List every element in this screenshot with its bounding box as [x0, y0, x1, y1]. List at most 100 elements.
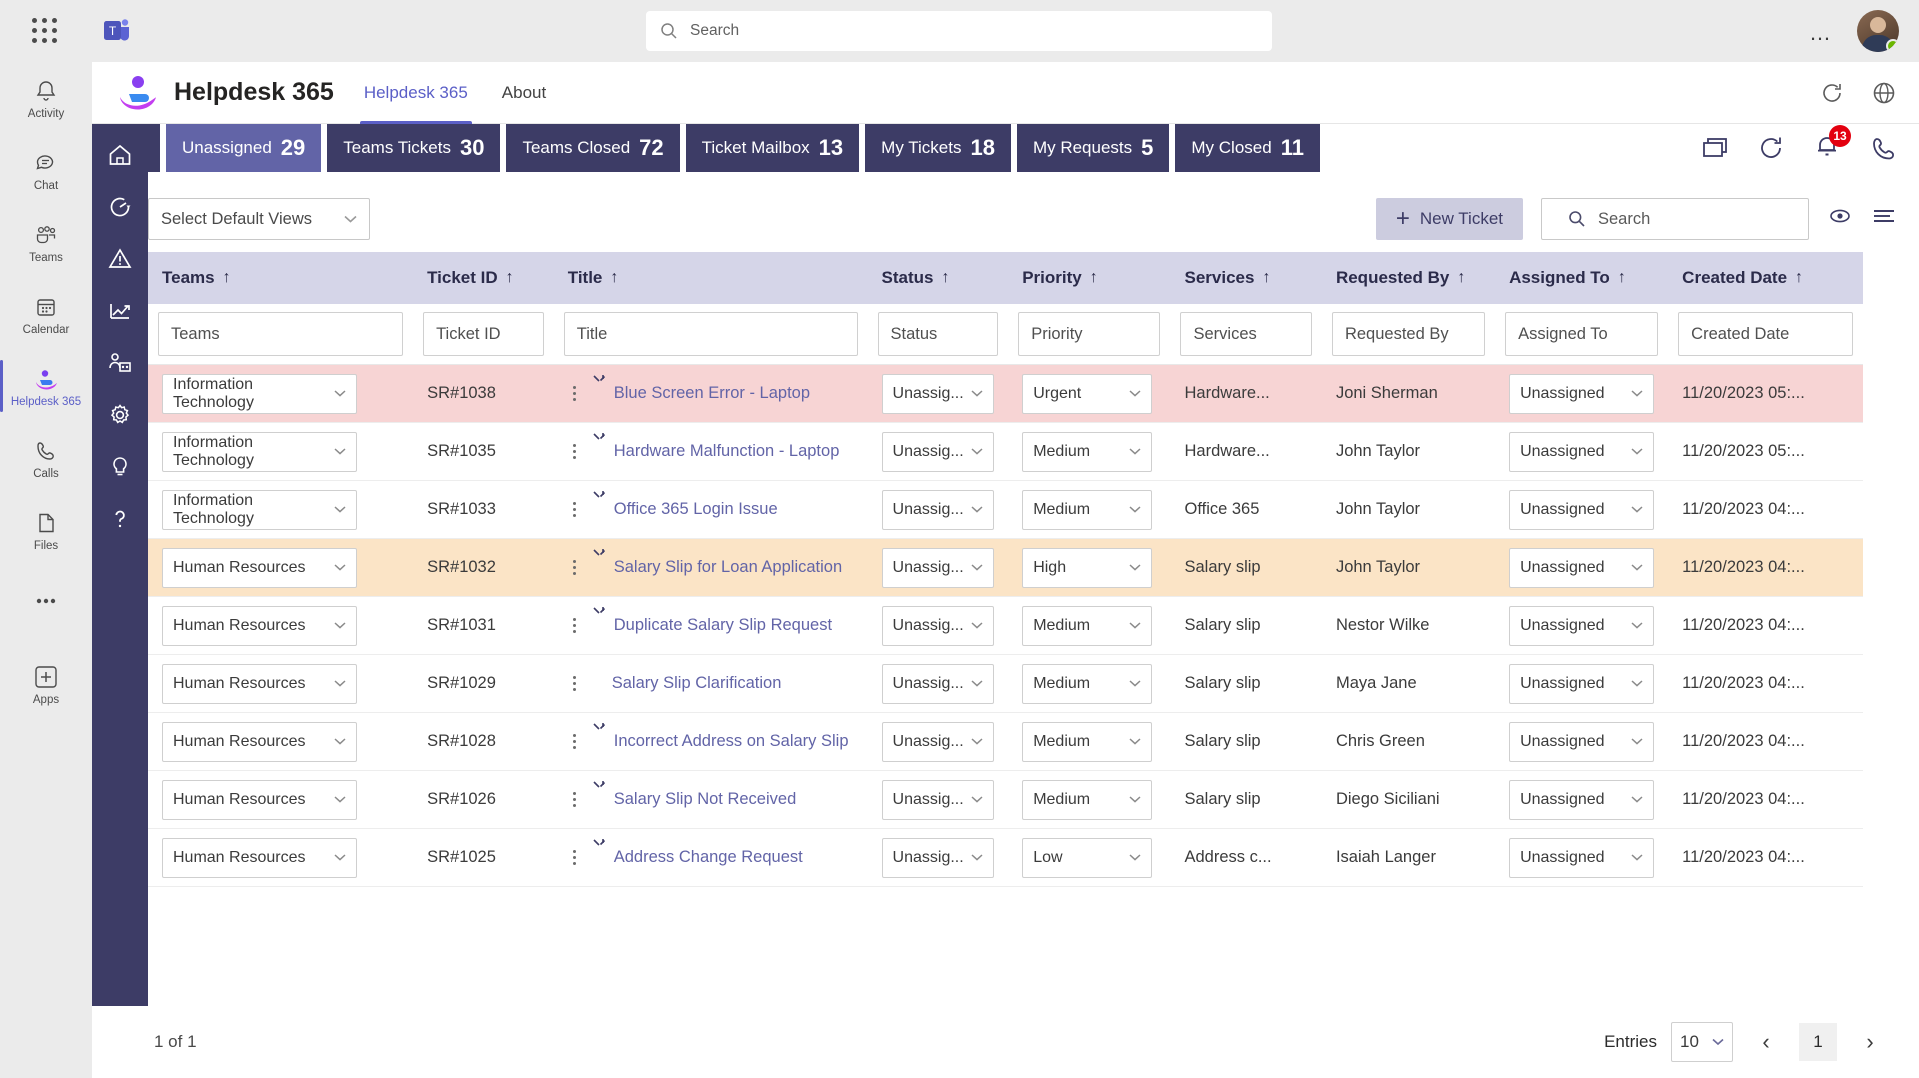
- filter-input-created-date[interactable]: Created Date: [1678, 312, 1853, 356]
- sidebar-item-chat[interactable]: Chat: [0, 134, 92, 206]
- filter-input-requested-by[interactable]: Requested By: [1331, 312, 1486, 356]
- sort-asc-icon[interactable]: ↑: [1618, 269, 1626, 287]
- priority-select[interactable]: Low: [1022, 837, 1153, 878]
- teams-select[interactable]: Human Resources: [162, 721, 357, 762]
- sort-asc-icon[interactable]: ↑: [942, 269, 950, 287]
- priority-select[interactable]: High: [1022, 547, 1153, 588]
- grid-search-input[interactable]: Search: [1541, 198, 1809, 240]
- assigned-to-select[interactable]: Unassigned: [1509, 489, 1655, 530]
- table-row[interactable]: Human Resources SR#1026 Salary Slip Not Re…: [148, 770, 1863, 829]
- view-tab-my-tickets[interactable]: My Tickets 18: [865, 124, 1011, 172]
- dashboard-icon[interactable]: [107, 194, 133, 220]
- notification-bell-icon[interactable]: 13: [1813, 125, 1851, 162]
- avatar[interactable]: [1857, 10, 1899, 52]
- new-ticket-button[interactable]: + New Ticket: [1375, 198, 1523, 240]
- ticket-title-link[interactable]: Office 365 Login Issue: [614, 500, 778, 519]
- status-select[interactable]: Unassig...: [881, 547, 995, 588]
- help-icon[interactable]: [107, 506, 133, 532]
- ticket-title-link[interactable]: Blue Screen Error - Laptop: [614, 384, 810, 403]
- row-menu-icon[interactable]: [568, 850, 582, 865]
- ticket-title-link[interactable]: Duplicate Salary Slip Request: [614, 616, 832, 635]
- view-tab-teams-closed[interactable]: Teams Closed 72: [506, 124, 680, 172]
- column-header-assigned-to[interactable]: Assigned To ↑: [1495, 252, 1669, 304]
- row-menu-icon[interactable]: [568, 618, 582, 633]
- priority-select[interactable]: Medium: [1022, 779, 1153, 820]
- ticket-id-link[interactable]: SR#1025: [427, 848, 496, 866]
- column-header-teams[interactable]: Teams ↑: [148, 252, 414, 304]
- sidebar-item-calendar[interactable]: Calendar: [0, 278, 92, 350]
- priority-select[interactable]: Medium: [1022, 605, 1153, 646]
- eye-icon[interactable]: [1827, 206, 1853, 232]
- refresh-icon[interactable]: [1819, 80, 1845, 106]
- filter-input-priority[interactable]: Priority: [1018, 312, 1161, 356]
- default-views-select[interactable]: Select Default Views: [148, 198, 370, 240]
- teams-select[interactable]: Human Resources: [162, 837, 357, 878]
- teams-select[interactable]: Information Technology: [162, 489, 357, 530]
- more-options-icon[interactable]: …: [1809, 20, 1833, 46]
- assigned-to-select[interactable]: Unassigned: [1509, 373, 1655, 414]
- status-select[interactable]: Unassig...: [881, 431, 995, 472]
- sort-asc-icon[interactable]: ↑: [1090, 269, 1098, 287]
- priority-select[interactable]: Medium: [1022, 721, 1153, 762]
- sidebar-item-files[interactable]: Files: [0, 494, 92, 566]
- tab-helpdesk-365[interactable]: Helpdesk 365: [359, 62, 472, 124]
- row-menu-icon[interactable]: [568, 502, 582, 517]
- sort-asc-icon[interactable]: ↑: [610, 269, 618, 287]
- sidebar-item-helpdesk-365[interactable]: Helpdesk 365: [0, 350, 92, 422]
- settings-gear-icon[interactable]: [107, 402, 133, 428]
- table-row[interactable]: Human Resources SR#1029 Salary Slip Clarif…: [148, 654, 1863, 713]
- view-tab-teams-tickets[interactable]: Teams Tickets 30: [327, 124, 501, 172]
- status-select[interactable]: Unassig...: [881, 489, 995, 530]
- sort-asc-icon[interactable]: ↑: [1457, 269, 1465, 287]
- app-launcher-icon[interactable]: [28, 14, 62, 48]
- assigned-to-select[interactable]: Unassigned: [1509, 605, 1655, 646]
- table-row[interactable]: Information Technology SR#1038 Blue Screen…: [148, 364, 1863, 423]
- assigned-to-select[interactable]: Unassigned: [1509, 779, 1655, 820]
- assigned-to-select[interactable]: Unassigned: [1509, 663, 1655, 704]
- table-row[interactable]: Human Resources SR#1025 Address Change Req…: [148, 828, 1863, 887]
- column-header-services[interactable]: Services ↑: [1170, 252, 1322, 304]
- column-header-ticket-id[interactable]: Ticket ID ↑: [413, 252, 554, 304]
- previous-page-button[interactable]: ‹: [1747, 1023, 1785, 1061]
- filter-input-services[interactable]: Services: [1180, 312, 1312, 356]
- sort-asc-icon[interactable]: ↑: [1262, 269, 1270, 287]
- row-menu-icon[interactable]: [568, 676, 582, 691]
- table-row[interactable]: Human Resources SR#1028 Incorrect Address …: [148, 712, 1863, 771]
- teams-select[interactable]: Information Technology: [162, 373, 357, 414]
- table-row[interactable]: Information Technology SR#1035 Hardware Ma…: [148, 422, 1863, 481]
- refresh-icon[interactable]: [1757, 134, 1785, 162]
- filter-input-assigned-to[interactable]: Assigned To: [1505, 312, 1659, 356]
- ticket-id-link[interactable]: SR#1026: [427, 790, 496, 808]
- assigned-to-select[interactable]: Unassigned: [1509, 837, 1655, 878]
- ticket-id-link[interactable]: SR#1033: [427, 500, 496, 518]
- filter-input-status[interactable]: Status: [877, 312, 999, 356]
- ticket-id-link[interactable]: SR#1038: [427, 384, 496, 402]
- row-menu-icon[interactable]: [568, 734, 582, 749]
- priority-select[interactable]: Medium: [1022, 663, 1153, 704]
- sort-asc-icon[interactable]: ↑: [506, 269, 514, 287]
- filter-input-ticket-id[interactable]: Ticket ID: [423, 312, 544, 356]
- window-stack-icon[interactable]: [1701, 134, 1729, 162]
- column-header-requested-by[interactable]: Requested By ↑: [1321, 252, 1496, 304]
- analytics-icon[interactable]: [107, 298, 133, 324]
- row-menu-icon[interactable]: [568, 386, 582, 401]
- assigned-to-select[interactable]: Unassigned: [1509, 721, 1655, 762]
- list-settings-icon[interactable]: [1871, 206, 1897, 232]
- view-tab-my-closed[interactable]: My Closed 11: [1175, 124, 1320, 172]
- column-header-title[interactable]: Title ↑: [553, 252, 868, 304]
- view-tab-unassigned[interactable]: Unassigned 29: [166, 124, 322, 172]
- ticket-id-link[interactable]: SR#1032: [427, 558, 496, 576]
- status-select[interactable]: Unassig...: [881, 373, 995, 414]
- sidebar-item-calls[interactable]: Calls: [0, 422, 92, 494]
- column-header-priority[interactable]: Priority ↑: [1008, 252, 1171, 304]
- ticket-title-link[interactable]: Salary Slip Clarification: [612, 674, 782, 693]
- table-row[interactable]: Human Resources SR#1031 Duplicate Salary S…: [148, 596, 1863, 655]
- globe-icon[interactable]: [1871, 80, 1897, 106]
- sort-asc-icon[interactable]: ↑: [1795, 269, 1803, 287]
- ticket-title-link[interactable]: Hardware Malfunction - Laptop: [614, 442, 840, 461]
- assigned-to-select[interactable]: Unassigned: [1509, 431, 1655, 472]
- teams-select[interactable]: Human Resources: [162, 605, 357, 646]
- view-tab-my-requests[interactable]: My Requests 5: [1016, 124, 1170, 172]
- next-page-button[interactable]: ›: [1851, 1023, 1889, 1061]
- row-menu-icon[interactable]: [568, 560, 582, 575]
